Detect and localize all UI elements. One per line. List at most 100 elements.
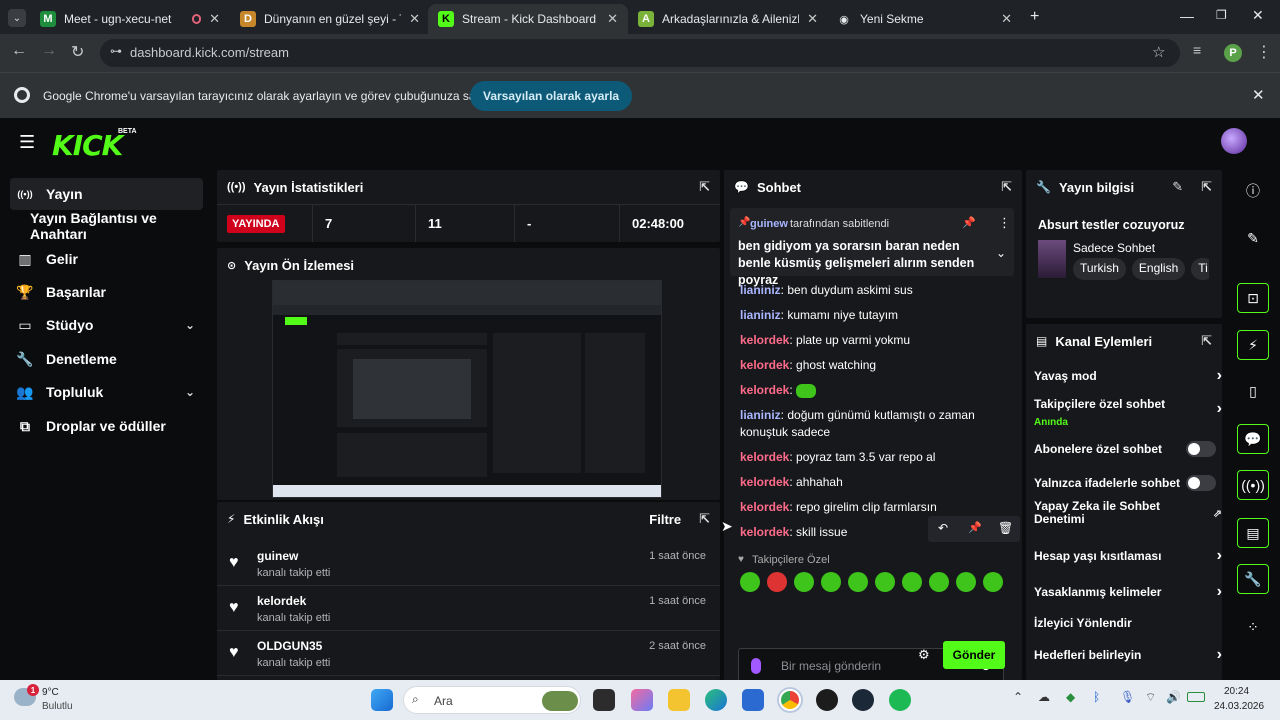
chevron-right-icon[interactable]: › — [1217, 367, 1222, 385]
send-button[interactable]: Gönder — [943, 641, 1005, 669]
activity-item[interactable]: ♥ OLDGUN35 kanalı takip etti 2 saat önce — [217, 632, 720, 676]
task-view-icon[interactable] — [593, 689, 615, 711]
popout-icon[interactable]: ⇱ — [699, 179, 710, 195]
chevron-down-icon[interactable]: ⌄ — [185, 385, 195, 399]
set-default-button[interactable]: Varsayılan olarak ayarla — [470, 81, 633, 111]
wifi-icon[interactable]: ⌔ — [1145, 690, 1156, 705]
activity-user[interactable]: guinew — [257, 549, 298, 563]
new-tab-icon[interactable]: + — [1030, 8, 1039, 26]
steam-icon[interactable] — [852, 689, 874, 711]
chat-settings-gear-icon[interactable]: ⚙ — [918, 647, 930, 663]
address-bar[interactable]: ⊶ dashboard.kick.com/stream ☆ — [100, 39, 1180, 67]
sidebar-item-2[interactable]: ▥ Gelir — [10, 243, 203, 275]
file-explorer-icon[interactable] — [668, 689, 690, 711]
pin-message-icon[interactable]: 📌 — [968, 521, 982, 534]
popout-icon[interactable]: ⇱ — [699, 511, 710, 527]
sidebar-item-4[interactable]: ▭ Stüdyo ⌄ — [10, 309, 203, 341]
emote-icon[interactable] — [821, 572, 841, 592]
edit-pencil-icon[interactable]: ✎ — [1172, 179, 1183, 195]
mic-tray-icon[interactable]: 🎙 — [1120, 690, 1135, 704]
sidebar-item-1[interactable]: Yayın Bağlantısı ve Anahtarı — [10, 210, 203, 242]
minimize-icon[interactable]: — — [1180, 8, 1194, 24]
microphone-icon[interactable] — [751, 658, 761, 674]
clock-date[interactable]: 24.03.2026 — [1214, 701, 1264, 712]
tray-app-icon[interactable]: ◆ — [1066, 690, 1075, 704]
bookmark-star-icon[interactable]: ☆ — [1152, 43, 1165, 61]
tag-more[interactable]: Ti — [1191, 258, 1209, 280]
category-name[interactable]: Sadece Sohbet — [1073, 241, 1155, 255]
clock-time[interactable]: 20:24 — [1224, 686, 1249, 697]
external-link-icon[interactable]: ⇗ — [1213, 507, 1222, 520]
browser-tab-meet[interactable]: M Meet - ugn-xecu-net ✕ — [30, 4, 230, 34]
close-window-icon[interactable]: ✕ — [1252, 7, 1264, 24]
chat-username[interactable]: lianiniz — [740, 308, 781, 322]
preview-video[interactable] — [272, 280, 662, 498]
category-thumbnail[interactable] — [1038, 240, 1066, 278]
chat-username[interactable]: kelordek — [740, 475, 789, 489]
unpin-icon[interactable]: 📌 — [962, 216, 976, 229]
delete-icon[interactable]: 🗑 — [998, 521, 1013, 535]
sidebar-item-7[interactable]: ⧉ Droplar ve ödüller — [10, 410, 203, 442]
emote-icon[interactable] — [767, 572, 787, 592]
toggle-switch[interactable] — [1186, 441, 1216, 457]
actions-widget-icon[interactable]: ▤ — [1237, 518, 1269, 548]
popout-icon[interactable]: ⇱ — [1001, 179, 1012, 195]
chat-username[interactable]: kelordek — [740, 358, 789, 372]
channel-action-item[interactable]: Abonelere özel sohbet — [1034, 435, 1224, 463]
filter-button[interactable]: Filtre — [649, 512, 681, 527]
media-controls-icon[interactable]: ≡ — [1193, 42, 1201, 58]
chat-username[interactable]: kelordek — [740, 383, 789, 397]
chrome-taskbar-icon[interactable] — [779, 689, 801, 711]
chat-username[interactable]: lianiniz — [740, 283, 781, 297]
start-menu-icon[interactable] — [371, 689, 393, 711]
browser-tab-tierlist[interactable]: D Dünyanın en güzel şeyi - Tier Li ✕ — [230, 4, 430, 34]
chevron-right-icon[interactable]: › — [1217, 400, 1222, 418]
broadcast-widget-icon[interactable]: ((•)) — [1237, 470, 1269, 500]
tab-search-icon[interactable]: ⌄ — [8, 9, 26, 27]
sidebar-item-6[interactable]: 👥 Topluluk ⌄ — [10, 376, 203, 408]
emote-icon[interactable] — [740, 572, 760, 592]
chevron-right-icon[interactable]: › — [1217, 646, 1222, 664]
tag-english[interactable]: English — [1131, 258, 1186, 280]
site-info-icon[interactable]: ⊶ — [110, 44, 122, 58]
emote-icon[interactable] — [956, 572, 976, 592]
toggle-switch[interactable] — [1186, 475, 1216, 491]
back-icon[interactable]: ← — [11, 42, 27, 60]
channel-action-item[interactable]: Takipçilere özel sohbet Anında › — [1034, 395, 1224, 428]
preview-widget-icon[interactable]: ⊡ — [1237, 283, 1269, 313]
obs-icon[interactable] — [816, 689, 838, 711]
channel-action-item[interactable]: İzleyici Yönlendir — [1034, 609, 1224, 637]
store-icon[interactable] — [742, 689, 764, 711]
restore-icon[interactable]: ❐ — [1216, 8, 1227, 22]
channel-action-item[interactable]: Yapay Zeka ile Sohbet Denetimi ⇗ — [1034, 499, 1224, 527]
chat-username[interactable]: kelordek — [740, 500, 789, 514]
sidebar-item-5[interactable]: 🔧 Denetleme — [10, 343, 203, 375]
notes-icon[interactable]: ▯ — [1237, 376, 1269, 406]
spotify-icon[interactable] — [889, 689, 911, 711]
sidebar-item-0[interactable]: ((•)) Yayın — [10, 178, 203, 210]
pinned-by-user[interactable]: guinew — [750, 218, 788, 230]
chevron-right-icon[interactable]: › — [1217, 547, 1222, 565]
chat-widget-icon[interactable]: 💬 — [1237, 424, 1269, 454]
chevron-down-icon[interactable]: ⌄ — [185, 318, 195, 332]
copilot-icon[interactable] — [631, 689, 653, 711]
wrench-widget-icon[interactable]: 🔧 — [1237, 564, 1269, 594]
kick-logo[interactable]: KICK — [52, 129, 123, 162]
channel-action-item[interactable]: Yalnızca ifadelerle sohbet — [1034, 469, 1224, 497]
chevron-right-icon[interactable]: › — [1217, 583, 1222, 601]
hamburger-menu-icon[interactable]: ☰ — [19, 132, 35, 153]
activity-user[interactable]: OLDGUN35 — [257, 639, 322, 653]
browser-tab-kick[interactable]: K Stream - Kick Dashboard ✕ — [428, 4, 628, 34]
battery-icon[interactable] — [1187, 692, 1205, 702]
chat-username[interactable]: kelordek — [740, 333, 789, 347]
user-avatar[interactable] — [1221, 128, 1247, 154]
channel-action-item[interactable]: Yavaş mod › — [1034, 362, 1224, 390]
close-tab-icon[interactable]: ✕ — [409, 11, 420, 27]
popout-icon[interactable]: ⇱ — [1201, 333, 1212, 349]
emote-icon[interactable] — [848, 572, 868, 592]
browser-tab-newtab[interactable]: ◉ Yeni Sekme ✕ — [826, 4, 1022, 34]
close-tab-icon[interactable]: ✕ — [807, 11, 818, 27]
reload-icon[interactable]: ↻ — [71, 42, 84, 62]
sidebar-item-3[interactable]: 🏆 Başarılar — [10, 276, 203, 308]
tag-turkish[interactable]: Turkish — [1073, 258, 1126, 280]
